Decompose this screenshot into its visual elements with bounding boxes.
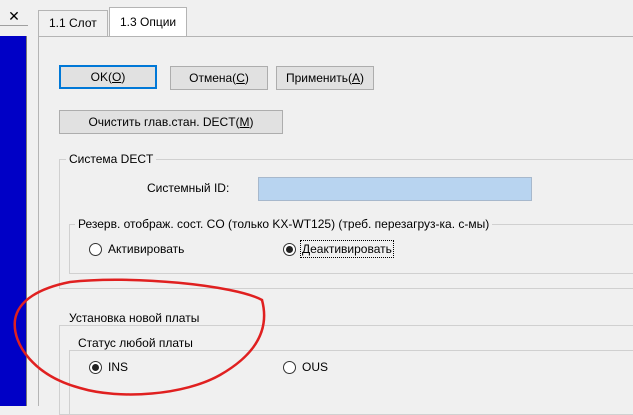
cancel-button[interactable]: Отмена(C) xyxy=(170,66,268,90)
radio-ins-label: INS xyxy=(108,360,129,374)
cancel-button-mnemonic: C xyxy=(236,71,245,85)
tab-slot[interactable]: 1.1 Слот xyxy=(38,10,108,36)
clear-dect-master-button[interactable]: Очистить глав.стан. DECT(M) xyxy=(59,110,283,134)
clear-button-label: Очистить глав.стан. DECT( xyxy=(88,115,240,129)
radio-deactivate[interactable]: Деактивировать xyxy=(283,240,394,258)
cancel-button-suffix: ) xyxy=(244,71,249,85)
radio-ous-circle xyxy=(283,360,296,374)
radio-deactivate-label: Деактивировать xyxy=(300,240,394,258)
close-icon[interactable]: ✕ xyxy=(0,6,28,26)
board-status-group-title: Статус любой платы xyxy=(75,336,196,350)
clear-button-suffix: ) xyxy=(249,115,254,129)
apply-button-suffix: ) xyxy=(360,71,364,85)
tab-options[interactable]: 1.3 Опции xyxy=(109,7,188,37)
radio-ins[interactable]: INS xyxy=(89,359,128,375)
clear-button-mnemonic: M xyxy=(239,115,250,129)
cancel-button-label: Отмена( xyxy=(189,71,237,85)
reserve-display-group-title: Резерв. отображ. сост. CO (только KX-WT1… xyxy=(75,217,493,231)
radio-ins-circle xyxy=(89,360,102,374)
apply-button[interactable]: Применить(A) xyxy=(276,66,374,90)
radio-activate-circle xyxy=(89,242,102,256)
ok-button[interactable]: OK(O) xyxy=(59,65,157,89)
radio-activate[interactable]: Активировать xyxy=(89,241,184,257)
radio-ous-label: OUS xyxy=(302,360,329,374)
radio-deactivate-circle xyxy=(283,242,296,256)
system-id-input[interactable] xyxy=(258,177,532,201)
system-id-label: Системный ID: xyxy=(147,181,230,195)
apply-button-mnemonic: A xyxy=(351,71,360,85)
ok-button-label: OK( xyxy=(90,70,112,84)
tab-bar: 1.1 Слот 1.3 Опции xyxy=(28,0,633,38)
blue-side-panel xyxy=(0,36,27,406)
radio-ous[interactable]: OUS xyxy=(283,359,328,375)
board-status-group xyxy=(69,350,633,415)
options-panel: OK(O) Отмена(C) Применить(A) Очистить гл… xyxy=(38,36,633,415)
left-pane: ✕ xyxy=(0,0,28,406)
radio-activate-label: Активировать xyxy=(108,242,185,256)
ok-button-suffix: ) xyxy=(121,70,126,84)
new-board-group-title: Установка новой платы xyxy=(66,311,203,325)
apply-button-label: Применить( xyxy=(285,71,352,85)
dect-system-group-title: Система DECT xyxy=(66,152,157,166)
ok-button-mnemonic: O xyxy=(112,70,122,84)
